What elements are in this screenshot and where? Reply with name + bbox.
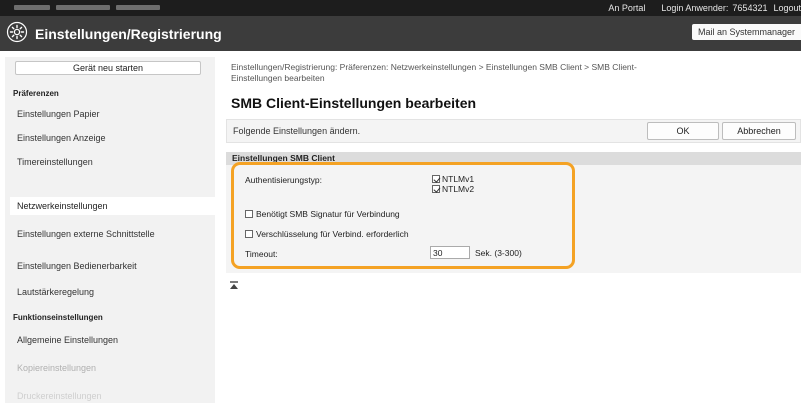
sidebar-section-function: Funktionseinstellungen bbox=[13, 313, 103, 322]
sidebar-item-copy[interactable]: Kopiereinstellungen bbox=[13, 359, 211, 377]
sidebar-item-general[interactable]: Allgemeine Einstellungen bbox=[13, 331, 211, 349]
top-bar: An Portal Login Anwender: 7654321 Logout bbox=[0, 0, 801, 16]
main-content: Einstellungen/Registrierung: Präferenzen… bbox=[223, 57, 801, 403]
breadcrumb-line-1: Einstellungen/Registrierung: Präferenzen… bbox=[231, 62, 637, 72]
app-title: Einstellungen/Registrierung bbox=[35, 26, 222, 42]
scroll-to-top-icon[interactable] bbox=[230, 281, 238, 290]
require-encryption-label: Verschlüsselung für Verbind. erforderlic… bbox=[256, 229, 409, 239]
page-title: SMB Client-Einstellungen bearbeiten bbox=[231, 95, 477, 111]
timeout-label: Timeout: bbox=[245, 249, 278, 259]
ntlmv2-checkbox[interactable] bbox=[432, 185, 440, 193]
breadcrumb-line-2: Einstellungen bearbeiten bbox=[231, 73, 325, 83]
portal-link[interactable]: An Portal bbox=[608, 3, 645, 13]
logout-link[interactable]: Logout bbox=[773, 3, 801, 13]
sidebar-item-external-interface[interactable]: Einstellungen externe Schnittstelle bbox=[13, 225, 211, 243]
sidebar-item-volume[interactable]: Lautstärkeregelung bbox=[13, 283, 211, 301]
require-signature-label: Benötigt SMB Signatur für Verbindung bbox=[256, 209, 400, 219]
ntlmv1-checkbox[interactable] bbox=[432, 175, 440, 183]
ok-button[interactable]: OK bbox=[647, 122, 719, 140]
top-links: An Portal Login Anwender: 7654321 Logout bbox=[592, 0, 801, 16]
login-user-id: 7654321 bbox=[732, 3, 768, 13]
breadcrumb: Einstellungen/Registrierung: Präferenzen… bbox=[231, 62, 776, 84]
login-user-label: Login Anwender: bbox=[661, 3, 729, 13]
sidebar-item-accessibility[interactable]: Einstellungen Bedienerbarkeit bbox=[13, 257, 211, 275]
settings-gear-icon bbox=[6, 21, 28, 43]
sidebar-item-timer[interactable]: Timereinstellungen bbox=[13, 153, 211, 171]
cancel-button[interactable]: Abbrechen bbox=[722, 122, 796, 140]
timeout-input[interactable] bbox=[430, 246, 470, 259]
brand-logo bbox=[14, 5, 164, 10]
timeout-unit: Sek. (3-300) bbox=[475, 248, 522, 258]
sidebar-item-printer[interactable]: Druckereinstellungen bbox=[13, 387, 211, 403]
mail-to-sysadmin-link[interactable]: Mail an Systemmanager bbox=[691, 24, 801, 40]
instruction-text: Folgende Einstellungen ändern. bbox=[233, 126, 361, 136]
ntlmv2-label: NTLMv2 bbox=[442, 184, 475, 194]
require-encryption-checkbox[interactable] bbox=[245, 230, 253, 238]
ntlmv1-label: NTLMv1 bbox=[442, 174, 475, 184]
auth-type-label: Authentisierungstyp: bbox=[245, 175, 323, 185]
sidebar: Gerät neu starten Präferenzen Einstellun… bbox=[5, 57, 215, 403]
restart-device-button[interactable]: Gerät neu starten bbox=[15, 61, 201, 75]
title-bar: Einstellungen/Registrierung Mail an Syst… bbox=[0, 16, 801, 51]
sidebar-item-network[interactable]: Netzwerkeinstellungen bbox=[10, 197, 215, 215]
action-bar: Folgende Einstellungen ändern. OK Abbrec… bbox=[226, 119, 801, 143]
sidebar-item-display[interactable]: Einstellungen Anzeige bbox=[13, 129, 211, 147]
require-signature-checkbox[interactable] bbox=[245, 210, 253, 218]
sidebar-item-paper[interactable]: Einstellungen Papier bbox=[13, 105, 211, 123]
sidebar-section-preferences: Präferenzen bbox=[13, 89, 59, 98]
